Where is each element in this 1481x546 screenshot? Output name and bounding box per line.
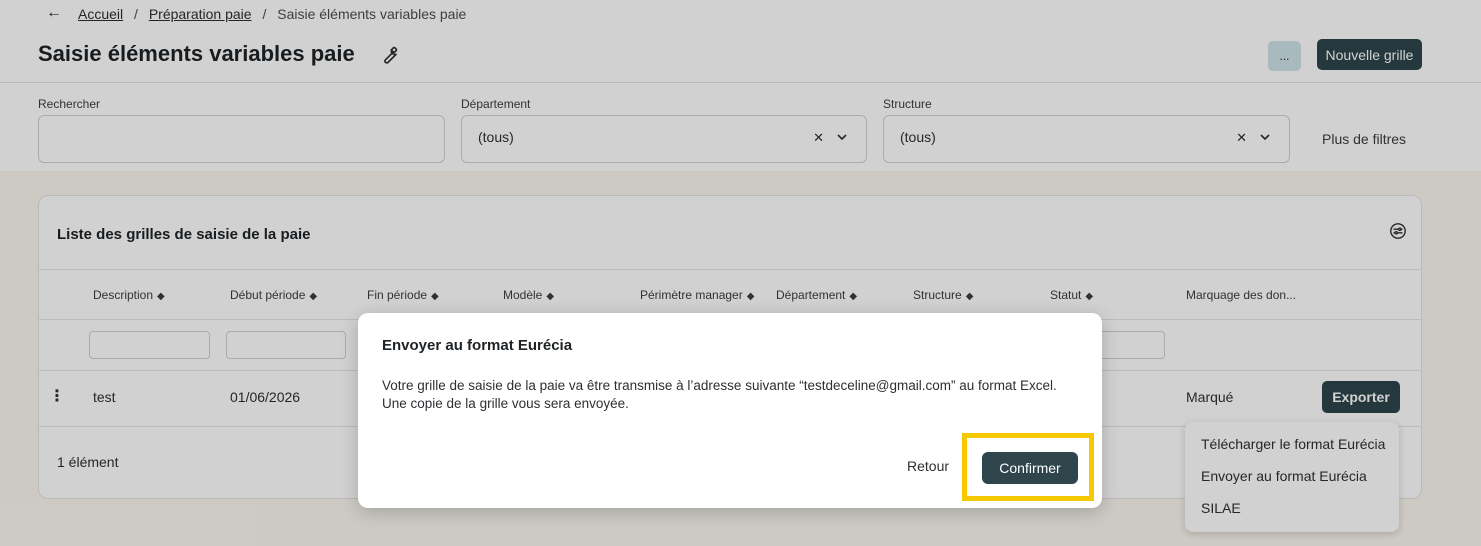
send-eurecia-dialog: Envoyer au format Eurécia Votre grille d… bbox=[358, 313, 1102, 508]
dialog-message-line: Une copie de la grille vous sera envoyée… bbox=[382, 396, 629, 411]
dialog-title: Envoyer au format Eurécia bbox=[382, 337, 573, 354]
back-button[interactable]: Retour bbox=[907, 458, 949, 474]
confirm-button[interactable]: Confirmer bbox=[982, 452, 1078, 484]
dialog-message: Votre grille de saisie de la paie va êtr… bbox=[382, 377, 1082, 413]
dialog-message-line: Votre grille de saisie de la paie va êtr… bbox=[382, 378, 1057, 393]
